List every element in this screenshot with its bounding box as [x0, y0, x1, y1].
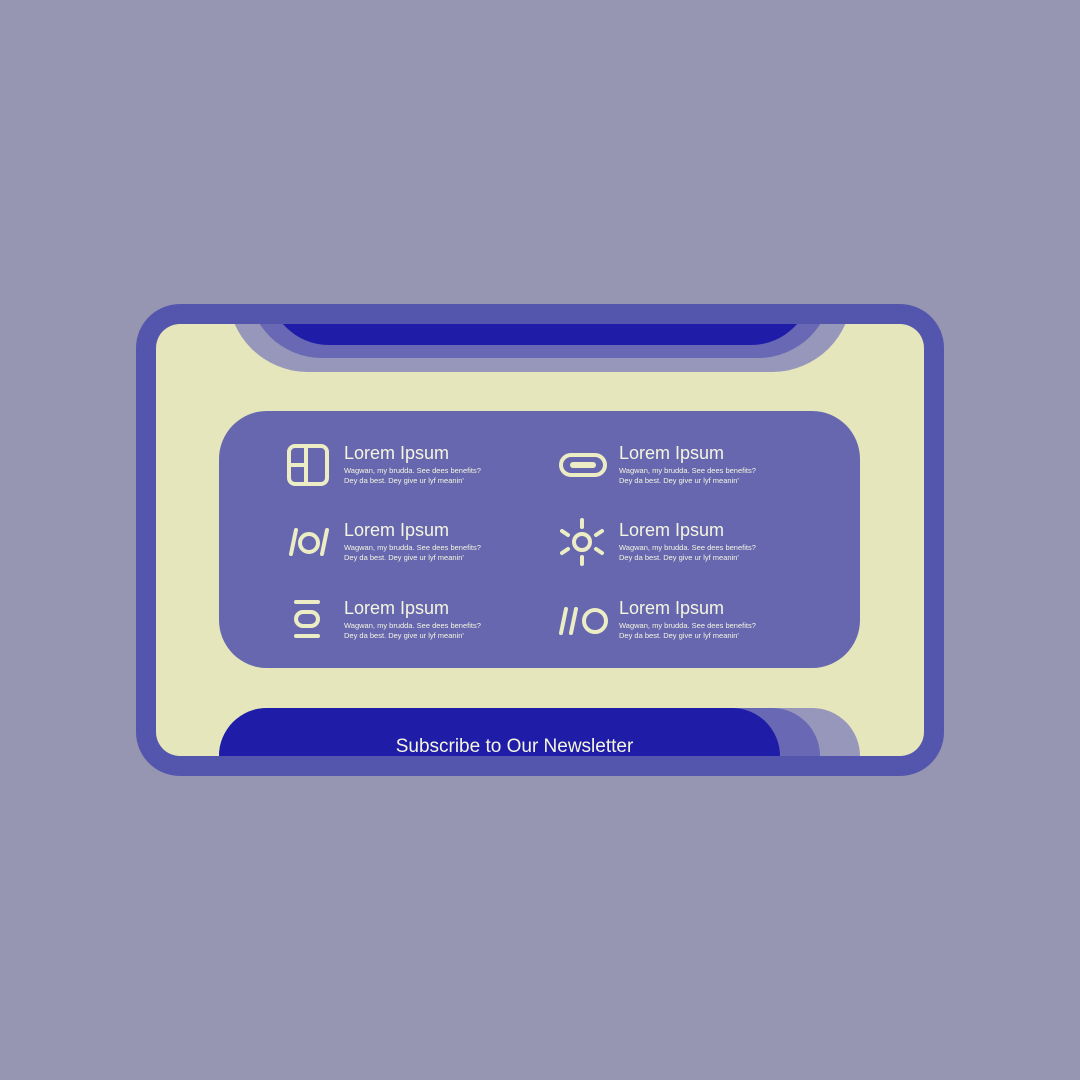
feature-title: Lorem Ipsum	[344, 443, 450, 463]
feature-description: Wagwan, my brudda. See dees benefits? De…	[619, 621, 756, 640]
subscribe-button[interactable]: Subscribe to Our Newsletter	[219, 708, 780, 756]
feature-description: Wagwan, my brudda. See dees benefits? De…	[344, 621, 481, 640]
feature-description: Wagwan, my brudda. See dees benefits? De…	[344, 466, 481, 485]
slashes-circle-icon	[557, 596, 611, 644]
bars-circle-icon	[282, 596, 336, 644]
screen: Lorem Ipsum Wagwan, my brudda. See dees …	[156, 324, 924, 756]
feature-item: Lorem Ipsum Wagwan, my brudda. See dees …	[282, 518, 542, 574]
feature-description: Wagwan, my brudda. See dees benefits? De…	[619, 543, 756, 562]
feature-title: Lorem Ipsum	[344, 598, 450, 618]
feature-item: Lorem Ipsum Wagwan, my brudda. See dees …	[557, 518, 817, 574]
slash-circle-slash-icon	[282, 518, 336, 566]
feature-title: Lorem Ipsum	[619, 598, 725, 618]
device-frame: Lorem Ipsum Wagwan, my brudda. See dees …	[136, 304, 944, 776]
pill-icon	[557, 441, 611, 489]
header-bar	[268, 324, 812, 345]
features-card: Lorem Ipsum Wagwan, my brudda. See dees …	[219, 411, 860, 668]
feature-title: Lorem Ipsum	[619, 443, 725, 463]
feature-title: Lorem Ipsum	[344, 520, 450, 540]
feature-item: Lorem Ipsum Wagwan, my brudda. See dees …	[557, 441, 817, 497]
feature-item: Lorem Ipsum Wagwan, my brudda. See dees …	[282, 441, 542, 497]
feature-item: Lorem Ipsum Wagwan, my brudda. See dees …	[282, 596, 542, 652]
grid-layout-icon	[282, 441, 336, 489]
feature-description: Wagwan, my brudda. See dees benefits? De…	[619, 466, 756, 485]
feature-description: Wagwan, my brudda. See dees benefits? De…	[344, 543, 481, 562]
feature-title: Lorem Ipsum	[619, 520, 725, 540]
sun-icon	[557, 518, 611, 566]
subscribe-label: Subscribe to Our Newsletter	[395, 736, 634, 756]
feature-item: Lorem Ipsum Wagwan, my brudda. See dees …	[557, 596, 817, 652]
